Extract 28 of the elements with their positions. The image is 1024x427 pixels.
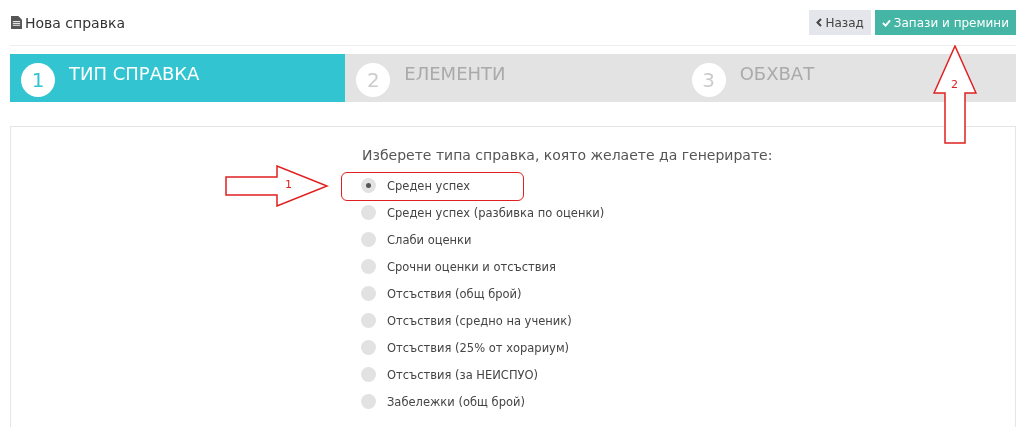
radio-button[interactable] <box>361 232 376 247</box>
radio-button[interactable] <box>361 394 376 409</box>
back-button[interactable]: Назад <box>809 10 871 35</box>
radio-button[interactable] <box>361 259 376 274</box>
option-label: Слаби оценки <box>387 232 472 247</box>
wizard-step[interactable]: 1 ТИП СПРАВКА <box>10 54 346 102</box>
page-title: Нова справка <box>25 14 125 31</box>
option-label: Отсъствия (средно на ученик) <box>387 313 572 328</box>
prompt-text: Изберете типа справка, която желаете да генерирате: <box>362 147 774 163</box>
option-label: Срочни оценки и отсъствия <box>387 259 556 274</box>
radio-button[interactable] <box>361 205 376 220</box>
radio-button[interactable] <box>361 313 376 328</box>
radio-button[interactable] <box>361 367 376 382</box>
annotation-arrow: 2 <box>933 45 977 145</box>
annotation-arrow: 1 <box>225 165 329 207</box>
chevron-left-icon <box>816 18 823 27</box>
radio-button[interactable] <box>361 340 376 355</box>
save-next-button[interactable]: Запази и премини <box>874 10 1016 35</box>
option-label: Отсъствия (за НЕИСПУО) <box>387 367 539 382</box>
option-label: Отсъствия (общ брой) <box>387 286 522 301</box>
document-icon <box>11 16 22 29</box>
check-icon <box>881 18 891 27</box>
option-label: Среден успех (разбивка по оценки) <box>387 205 605 220</box>
option-label: Отсъствия (25% от хорариум) <box>387 340 570 355</box>
radio-button[interactable] <box>361 286 376 301</box>
option-label: Забележки (общ брой) <box>387 394 525 409</box>
option-label: Среден успех <box>387 178 471 193</box>
radio-button[interactable] <box>361 178 376 193</box>
